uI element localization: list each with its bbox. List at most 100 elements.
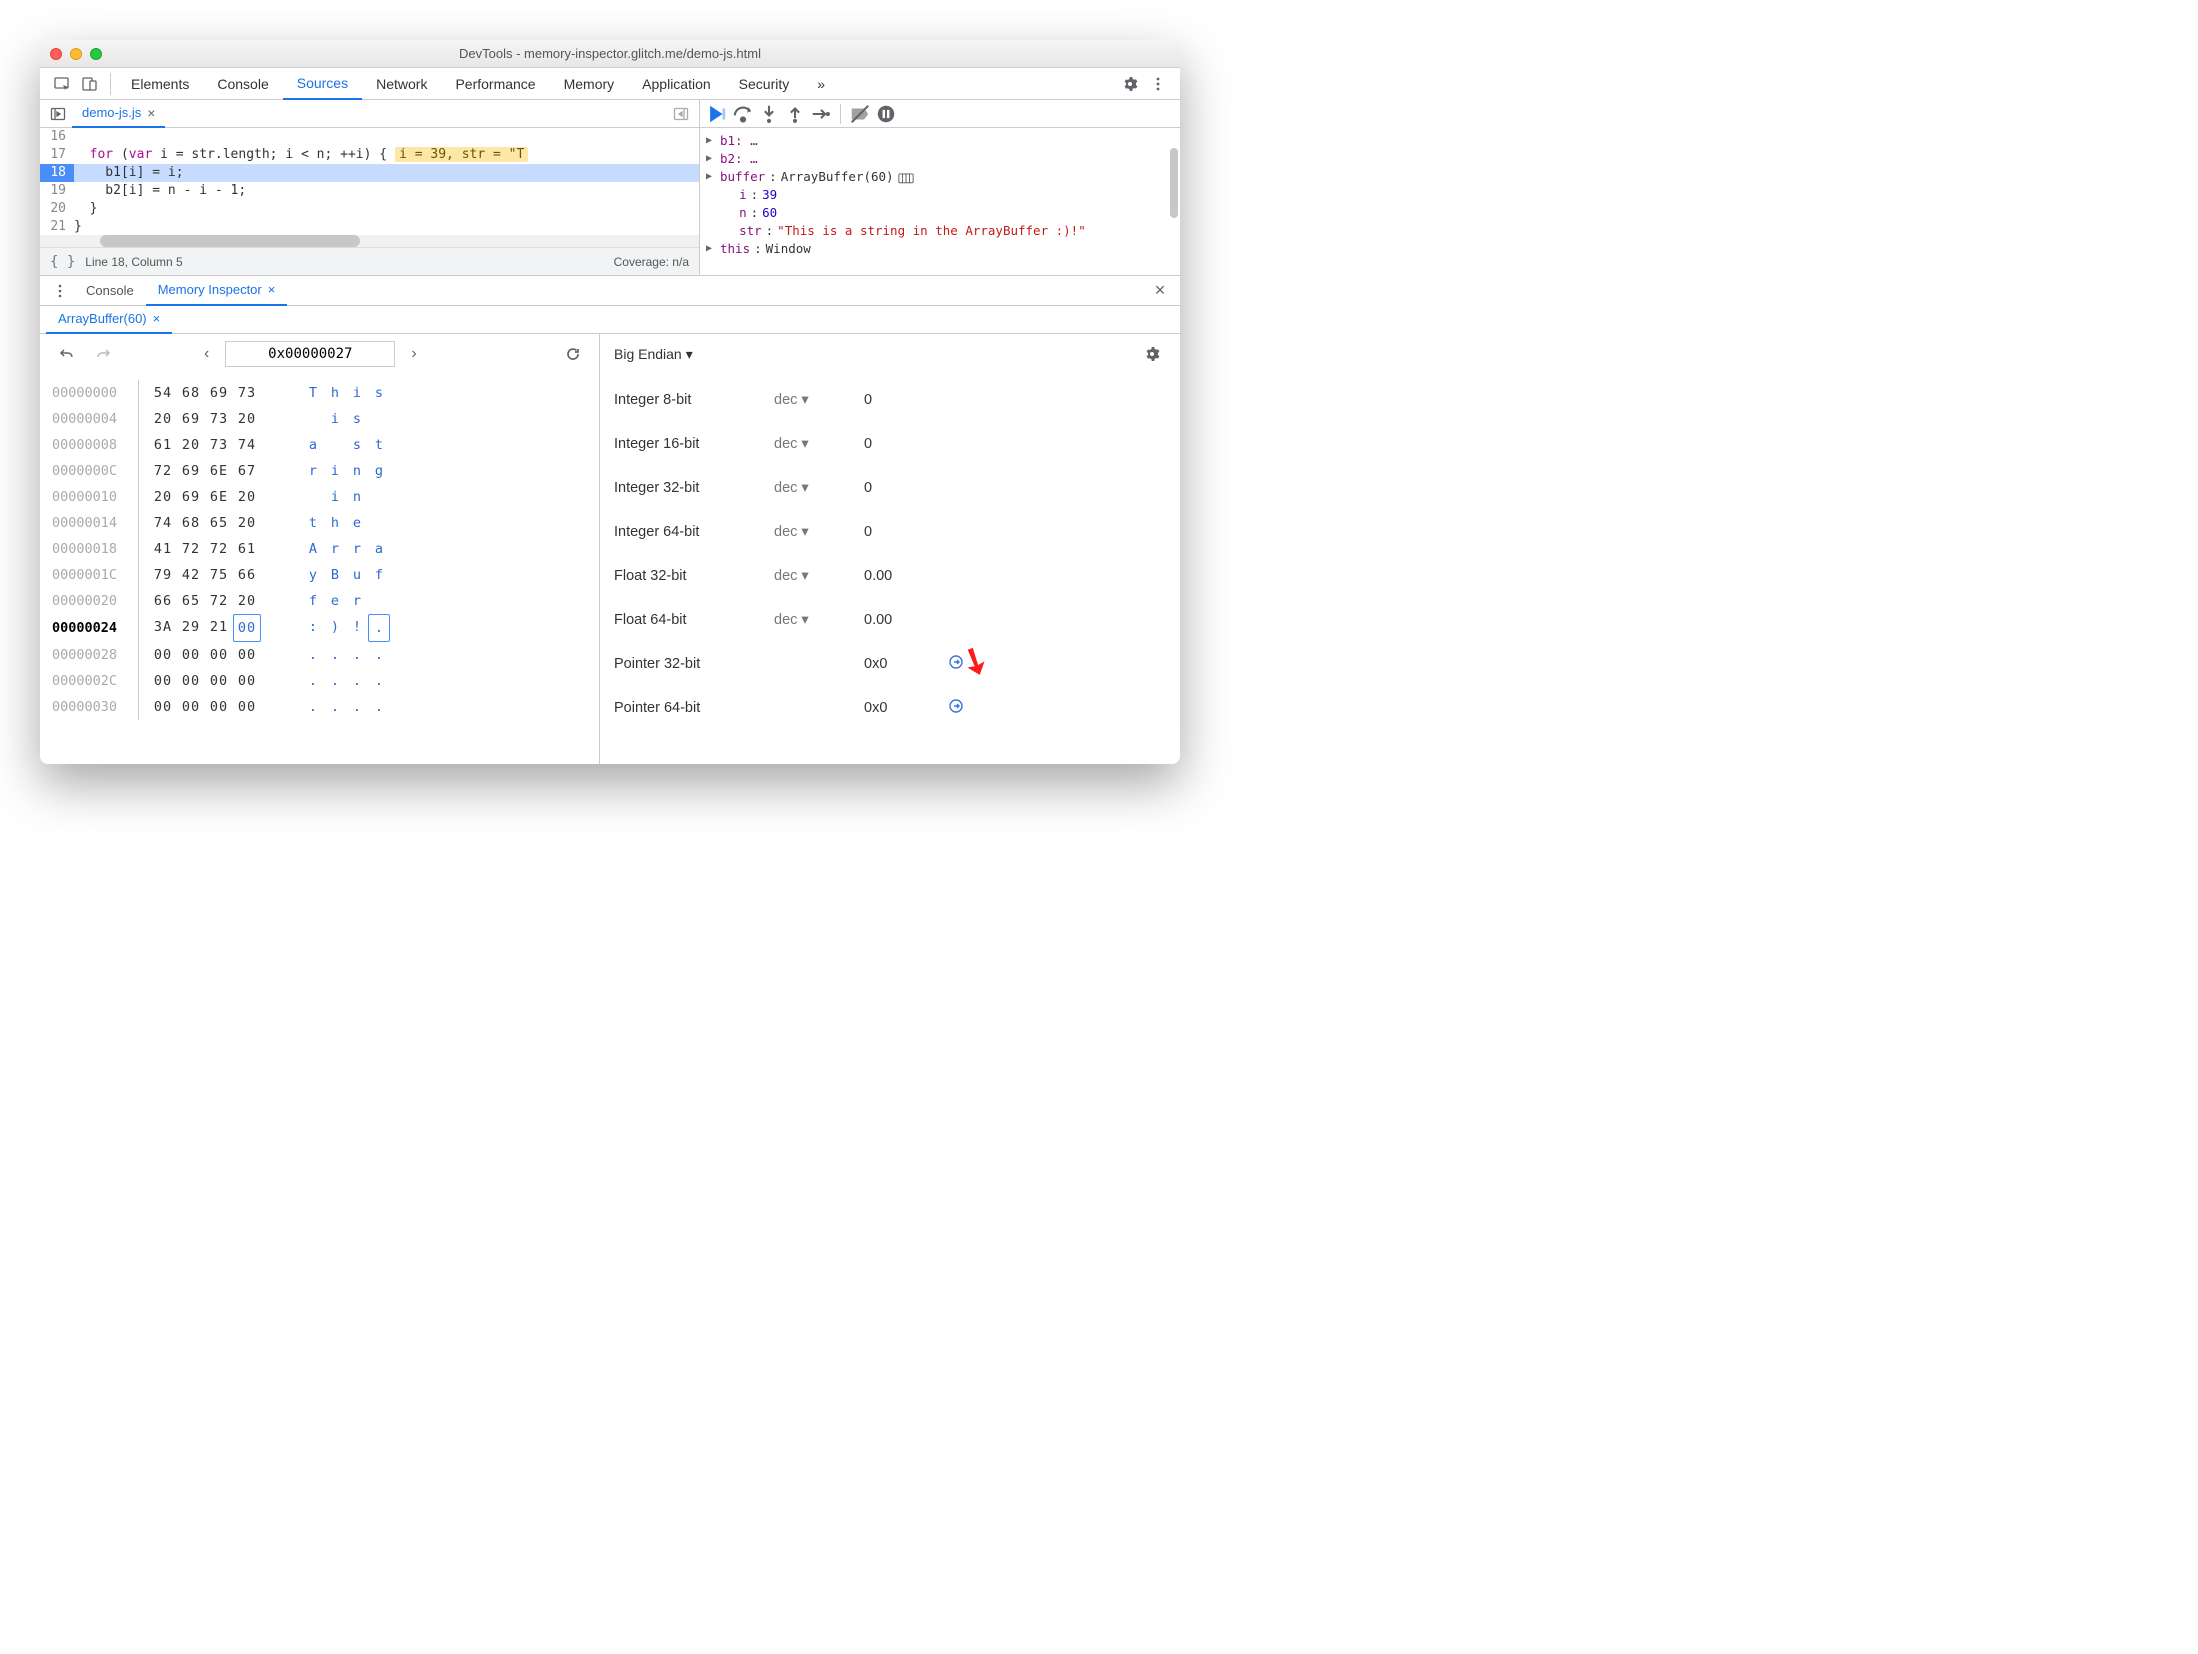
hex-byte[interactable]: 20	[233, 510, 261, 536]
hex-byte[interactable]: 72	[205, 588, 233, 614]
hex-ascii[interactable]: i	[324, 484, 346, 510]
tab-memory[interactable]: Memory	[550, 68, 629, 100]
hex-byte[interactable]: 00	[233, 642, 261, 668]
hex-ascii[interactable]: s	[346, 406, 368, 432]
step-over-icon[interactable]	[732, 103, 754, 125]
close-icon[interactable]: ×	[1146, 277, 1174, 305]
hex-ascii[interactable]: .	[368, 642, 390, 668]
next-address-icon[interactable]: ›	[405, 345, 422, 363]
code-editor[interactable]: 16 17 for (var i = str.length; i < n; ++…	[40, 128, 699, 235]
hex-ascii[interactable]: a	[302, 432, 324, 458]
gear-icon[interactable]	[1138, 340, 1166, 368]
hex-byte[interactable]: 68	[177, 510, 205, 536]
hex-byte[interactable]: 75	[205, 562, 233, 588]
hex-ascii[interactable]: h	[324, 380, 346, 406]
hex-byte[interactable]: 20	[149, 406, 177, 432]
hex-byte[interactable]: 20	[233, 406, 261, 432]
hex-byte[interactable]: 68	[177, 380, 205, 406]
pause-exceptions-icon[interactable]	[875, 103, 897, 125]
hex-byte[interactable]: 42	[177, 562, 205, 588]
type-format-select[interactable]: dec▾	[774, 392, 864, 408]
hex-ascii[interactable]: a	[368, 536, 390, 562]
type-format-select[interactable]: dec▾	[774, 568, 864, 584]
hex-row[interactable]: 0000000420697320 is	[52, 406, 587, 432]
hex-byte[interactable]: 65	[177, 588, 205, 614]
hex-row[interactable]: 0000002C00000000....	[52, 668, 587, 694]
hex-ascii[interactable]: .	[346, 642, 368, 668]
hex-byte[interactable]: 61	[149, 432, 177, 458]
file-tab-demo-js[interactable]: demo-js.js ×	[72, 100, 165, 128]
hex-byte[interactable]: 73	[205, 432, 233, 458]
hex-ascii[interactable]: i	[324, 458, 346, 484]
hex-byte[interactable]: 67	[233, 458, 261, 484]
tab-performance[interactable]: Performance	[441, 68, 549, 100]
hex-ascii[interactable]: r	[302, 458, 324, 484]
hex-ascii[interactable]: i	[324, 406, 346, 432]
hex-byte[interactable]: 21	[205, 614, 233, 642]
type-format-select[interactable]: dec▾	[774, 524, 864, 540]
type-format-select[interactable]: dec▾	[774, 436, 864, 452]
hex-byte[interactable]: 69	[177, 458, 205, 484]
hex-byte[interactable]: 00	[177, 642, 205, 668]
hex-byte[interactable]: 00	[177, 694, 205, 720]
hex-ascii[interactable]: f	[368, 562, 390, 588]
drawer-tab-memory-inspector[interactable]: Memory Inspector ×	[146, 276, 288, 306]
hex-ascii[interactable]: h	[324, 510, 346, 536]
hex-row[interactable]: 0000001020696E20 in	[52, 484, 587, 510]
resume-icon[interactable]	[706, 103, 728, 125]
inspect-icon[interactable]	[48, 70, 76, 98]
hex-row[interactable]: 0000001C79427566yBuf	[52, 562, 587, 588]
prev-address-icon[interactable]: ‹	[198, 345, 215, 363]
tab-network[interactable]: Network	[362, 68, 441, 100]
hex-ascii[interactable]: .	[302, 668, 324, 694]
hex-ascii[interactable]: )	[324, 614, 346, 642]
device-toolbar-icon[interactable]	[76, 70, 104, 98]
hex-byte[interactable]: 00	[233, 614, 261, 642]
hex-byte[interactable]: 00	[177, 668, 205, 694]
tab-console[interactable]: Console	[203, 68, 282, 100]
hex-ascii[interactable]	[302, 406, 324, 432]
hex-row[interactable]: 0000001474686520the	[52, 510, 587, 536]
hex-ascii[interactable]: !	[346, 614, 368, 642]
step-out-icon[interactable]	[784, 103, 806, 125]
hex-ascii[interactable]	[368, 588, 390, 614]
kebab-icon[interactable]	[46, 277, 74, 305]
hex-ascii[interactable]	[368, 484, 390, 510]
hex-row[interactable]: 0000000861207374a st	[52, 432, 587, 458]
hex-ascii[interactable]: :	[302, 614, 324, 642]
hex-byte[interactable]: 69	[205, 380, 233, 406]
deactivate-breakpoints-icon[interactable]	[849, 103, 871, 125]
hex-byte[interactable]: 6E	[205, 484, 233, 510]
hex-byte[interactable]: 6E	[205, 458, 233, 484]
step-into-icon[interactable]	[758, 103, 780, 125]
hex-byte[interactable]: 00	[205, 642, 233, 668]
hex-row[interactable]: 0000002066657220fer	[52, 588, 587, 614]
hex-row[interactable]: 0000000C72696E67ring	[52, 458, 587, 484]
scope-variables[interactable]: ▶b1: … ▶b2: … ▶buffer: ArrayBuffer(60) i…	[700, 128, 1180, 275]
hex-ascii[interactable]: .	[368, 668, 390, 694]
hex-byte[interactable]: 54	[149, 380, 177, 406]
hex-ascii[interactable]: t	[302, 510, 324, 536]
hex-byte[interactable]: 61	[233, 536, 261, 562]
gear-icon[interactable]	[1116, 70, 1144, 98]
hex-ascii[interactable]: .	[324, 668, 346, 694]
hex-ascii[interactable]	[368, 510, 390, 536]
hex-ascii[interactable]	[368, 406, 390, 432]
hex-ascii[interactable]: .	[346, 668, 368, 694]
hex-ascii[interactable]: .	[302, 642, 324, 668]
hex-ascii[interactable]: .	[302, 694, 324, 720]
endian-select[interactable]: Big Endian ▾	[614, 346, 693, 363]
reveal-in-memory-icon[interactable]	[898, 171, 914, 183]
hex-byte[interactable]: 73	[233, 380, 261, 406]
hex-byte[interactable]: 79	[149, 562, 177, 588]
close-icon[interactable]: ×	[147, 105, 155, 121]
hex-byte[interactable]: 3A	[149, 614, 177, 642]
scope-var[interactable]: b1: …	[720, 132, 758, 150]
tab-elements[interactable]: Elements	[117, 68, 203, 100]
hex-byte[interactable]: 73	[205, 406, 233, 432]
jump-to-address-icon[interactable]	[948, 698, 964, 718]
pretty-print-icon[interactable]: { }	[50, 254, 75, 270]
refresh-icon[interactable]	[559, 340, 587, 368]
hex-ascii[interactable]: .	[368, 614, 390, 642]
hex-byte[interactable]: 69	[177, 406, 205, 432]
